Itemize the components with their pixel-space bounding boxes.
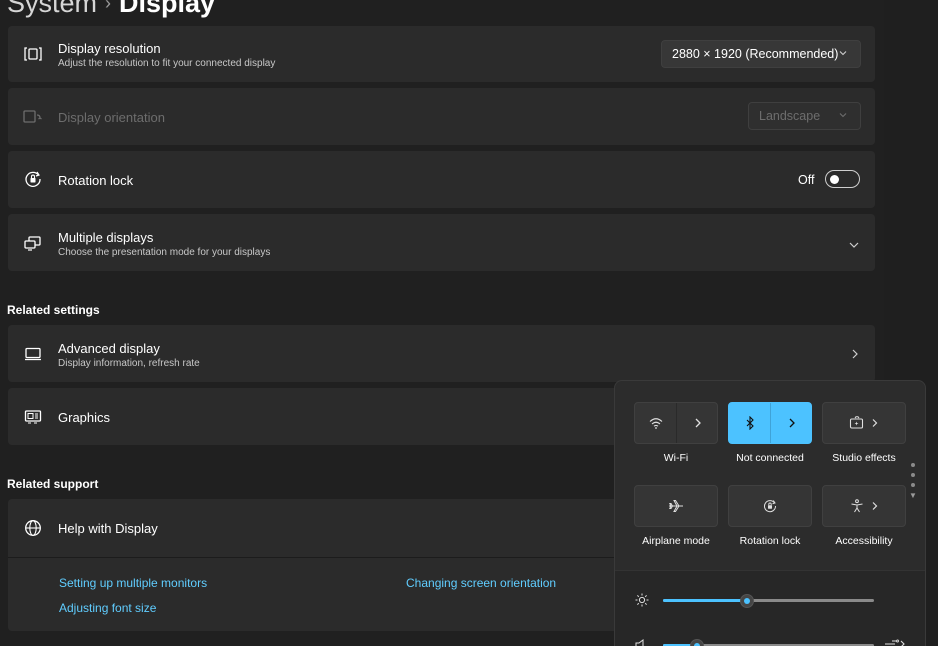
page-dot[interactable]	[911, 463, 915, 467]
wifi-icon[interactable]	[635, 403, 676, 443]
bluetooth-tile[interactable]	[728, 402, 812, 444]
orientation-value: Landscape	[759, 109, 821, 123]
advanced-display-title: Advanced display	[58, 341, 160, 356]
multiple-displays-subtitle: Choose the presentation mode for your di…	[58, 247, 271, 258]
airplane-icon	[635, 486, 717, 526]
advanced-display-card[interactable]: Advanced display Display information, re…	[8, 325, 875, 382]
chevron-right-icon[interactable]	[869, 486, 881, 526]
advanced-display-subtitle: Display information, refresh rate	[58, 358, 200, 369]
quick-settings-panel: Wi-Fi Not connected Studio effects Airpl…	[614, 380, 926, 646]
breadcrumb-system[interactable]: System	[7, 0, 97, 18]
studio-effects-tile[interactable]	[822, 402, 906, 444]
graphics-title: Graphics	[58, 410, 111, 425]
rotation-lock-toggle[interactable]	[825, 170, 860, 188]
resolution-icon	[22, 43, 44, 65]
speaker-icon	[635, 638, 649, 646]
display-orientation-title: Display orientation	[58, 110, 165, 125]
wifi-label: Wi-Fi	[663, 452, 689, 464]
link-multiple-monitors[interactable]: Setting up multiple monitors	[59, 576, 207, 590]
display-orientation-card: Display orientation Landscape	[8, 88, 875, 145]
airplane-mode-tile[interactable]	[634, 485, 718, 527]
rotation-lock-icon	[22, 168, 44, 190]
chevron-down-icon	[838, 47, 848, 61]
breadcrumb: System › Display	[7, 0, 215, 23]
globe-icon	[22, 517, 44, 539]
resolution-dropdown[interactable]: 2880 × 1920 (Recommended)	[661, 40, 861, 68]
display-resolution-card: Display resolution Adjust the resolution…	[8, 26, 875, 82]
audio-output-icon[interactable]	[884, 637, 906, 646]
orientation-icon	[22, 106, 44, 128]
bluetooth-label: Not connected	[736, 452, 804, 464]
page-title: Display	[119, 0, 216, 18]
toggle-knob	[830, 175, 839, 184]
volume-slider-thumb[interactable]	[690, 639, 704, 646]
chevron-right-icon[interactable]	[677, 403, 718, 443]
studio-effects-icon	[845, 403, 869, 443]
multiple-displays-card[interactable]: Multiple displays Choose the presentatio…	[8, 214, 875, 271]
chevron-right-icon	[850, 347, 860, 365]
chevron-down-icon	[838, 109, 848, 123]
display-resolution-subtitle: Adjust the resolution to fit your connec…	[58, 58, 276, 69]
brightness-icon	[635, 593, 649, 612]
resolution-value: 2880 × 1920 (Recommended)	[672, 47, 839, 61]
help-with-display-title[interactable]: Help with Display	[58, 521, 158, 536]
accessibility-label: Accessibility	[835, 535, 893, 547]
multiple-displays-title: Multiple displays	[58, 230, 154, 245]
breadcrumb-separator: ›	[105, 0, 112, 13]
multiple-displays-icon	[22, 232, 44, 254]
related-support-heading: Related support	[7, 477, 99, 491]
quick-settings-sliders	[615, 570, 925, 646]
rotation-lock-state: Off	[798, 173, 815, 187]
chevron-down-icon[interactable]	[848, 237, 860, 255]
accessibility-icon	[845, 486, 869, 526]
wifi-tile[interactable]	[634, 402, 718, 444]
page-dot[interactable]	[911, 473, 915, 477]
rotation-lock-tile[interactable]	[728, 485, 812, 527]
chevron-right-icon[interactable]	[771, 403, 812, 443]
chevron-right-icon[interactable]	[869, 403, 881, 443]
studio-effects-label: Studio effects	[832, 452, 896, 464]
graphics-icon	[22, 406, 44, 428]
rotation-lock-icon	[729, 486, 811, 526]
accessibility-tile[interactable]	[822, 485, 906, 527]
orientation-dropdown[interactable]: Landscape	[748, 102, 861, 130]
rotation-lock-label: Rotation lock	[739, 535, 801, 547]
bluetooth-icon[interactable]	[729, 403, 770, 443]
rotation-lock-card: Rotation lock Off	[8, 151, 875, 208]
brightness-slider-thumb[interactable]	[740, 594, 754, 608]
brightness-slider-fill	[663, 599, 747, 602]
related-settings-heading: Related settings	[7, 303, 100, 317]
airplane-mode-label: Airplane mode	[642, 535, 710, 547]
rotation-lock-title: Rotation lock	[58, 173, 134, 188]
page-down-icon[interactable]: ▼	[909, 491, 917, 500]
link-font-size[interactable]: Adjusting font size	[59, 601, 156, 615]
display-resolution-title: Display resolution	[58, 41, 161, 56]
page-dot[interactable]	[911, 483, 915, 487]
link-screen-orientation[interactable]: Changing screen orientation	[406, 576, 556, 590]
monitor-icon	[22, 343, 44, 365]
